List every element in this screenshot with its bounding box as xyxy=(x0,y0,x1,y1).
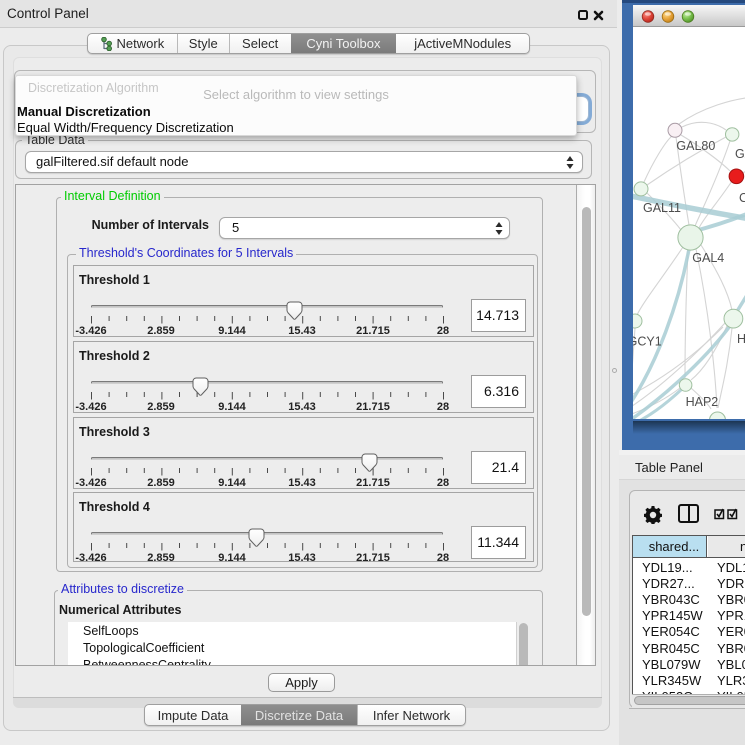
svg-text:GA: GA xyxy=(735,147,745,161)
svg-text:H: H xyxy=(737,332,745,346)
svg-text:GCY1: GCY1 xyxy=(633,335,662,349)
svg-text:C: C xyxy=(739,191,745,205)
svg-text:GAL4: GAL4 xyxy=(692,251,724,265)
svg-text:HAP2: HAP2 xyxy=(686,395,719,409)
svg-text:GAL11: GAL11 xyxy=(643,201,681,215)
svg-text:GAL80: GAL80 xyxy=(676,139,715,153)
